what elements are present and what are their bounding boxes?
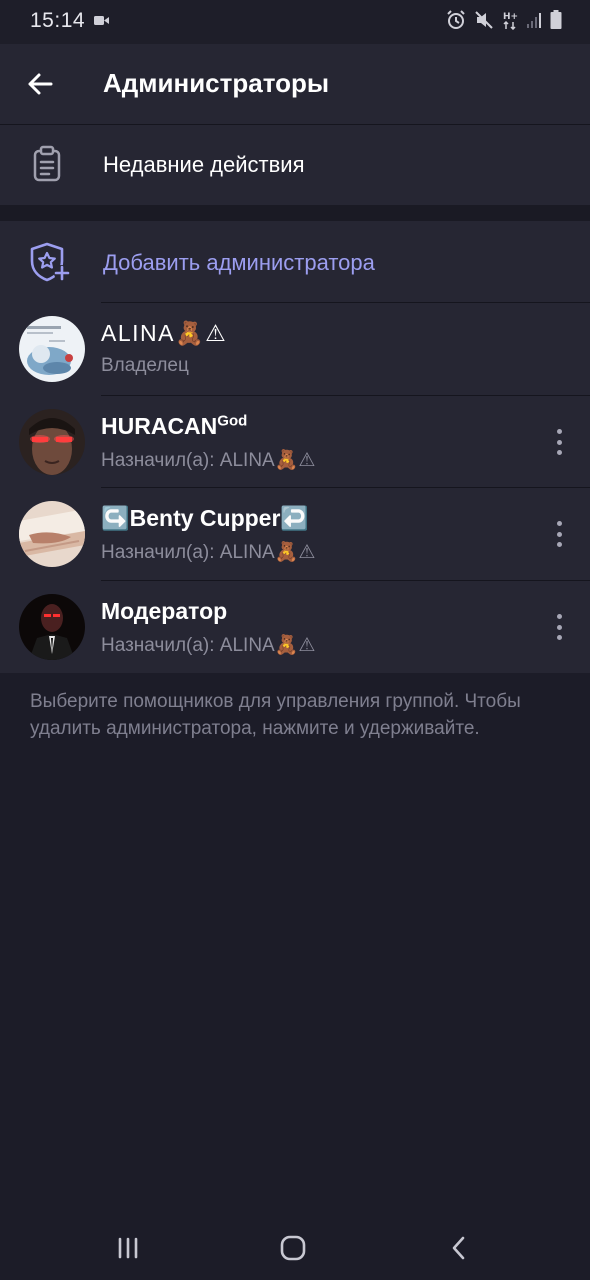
more-vertical-icon — [556, 429, 562, 434]
arrow-left-icon — [28, 73, 53, 95]
status-icons: H+ — [446, 10, 562, 30]
avatar — [19, 316, 85, 382]
more-options-button[interactable] — [550, 518, 568, 550]
more-vertical-icon — [556, 521, 562, 526]
camera-icon — [94, 16, 109, 25]
more-vertical-icon — [556, 614, 562, 619]
shield-star-plus-icon — [30, 242, 70, 282]
back-button[interactable] — [18, 62, 62, 106]
recent-apps-icon — [118, 1237, 138, 1259]
system-nav-bar — [0, 1210, 590, 1280]
admin-row[interactable]: HURACANGod Назначил(а): ALINA🧸⚠ — [0, 396, 590, 488]
admins-section: Добавить администратора ALINA🧸⚠ Владелец — [0, 221, 590, 673]
mute-icon — [475, 11, 493, 29]
more-options-button[interactable] — [550, 611, 568, 643]
admin-row[interactable]: Модератор Назначил(а): ALINA🧸⚠ — [0, 581, 590, 673]
status-bar: 15:14 H+ — [0, 0, 590, 44]
admin-name: HURACANGod — [101, 413, 247, 440]
battery-icon — [550, 10, 562, 29]
add-admin-label: Добавить администратора — [103, 250, 375, 275]
home-button[interactable] — [273, 1228, 313, 1268]
screen: 15:14 H+ Администраторы Недавние действи… — [0, 0, 590, 1280]
nav-back-button[interactable] — [439, 1228, 479, 1268]
network-icon: H+ — [503, 12, 518, 30]
recent-actions-item[interactable]: Недавние действия — [0, 125, 590, 205]
admin-assigned-by: Назначил(а): ALINA🧸⚠ — [101, 542, 316, 563]
recent-apps-button[interactable] — [108, 1228, 148, 1268]
admin-assigned-by: Назначил(а): ALINA🧸⚠ — [101, 635, 316, 656]
back-icon — [452, 1236, 465, 1260]
page-title: Администраторы — [103, 68, 330, 98]
admin-name: Модератор — [101, 598, 228, 624]
clipboard-icon — [33, 145, 61, 182]
admin-row[interactable]: ALINA🧸⚠ Владелец — [0, 303, 590, 395]
avatar — [19, 501, 85, 567]
admin-name: ALINA🧸⚠ — [101, 320, 228, 346]
app-bar: Администраторы — [0, 44, 590, 124]
svg-text:H+: H+ — [503, 12, 518, 22]
avatar — [19, 594, 85, 660]
admin-role: Владелец — [101, 355, 189, 376]
admin-name-superscript: God — [217, 412, 248, 430]
section-gap — [0, 205, 590, 221]
alarm-icon — [447, 10, 465, 29]
status-time: 15:14 — [30, 9, 86, 32]
admin-name-text: HURACAN — [101, 413, 218, 439]
avatar — [19, 409, 85, 475]
recent-actions-label: Недавние действия — [103, 152, 305, 177]
admin-assigned-by: Назначил(а): ALINA🧸⚠ — [101, 450, 316, 471]
home-icon — [280, 1235, 306, 1261]
more-options-button[interactable] — [550, 426, 568, 458]
signal-icon — [527, 13, 541, 28]
admin-row[interactable]: ↪️Benty Cupper↩️ Назначил(а): ALINA🧸⚠ — [0, 488, 590, 580]
admin-name: ↪️Benty Cupper↩️ — [101, 505, 310, 531]
add-admin-button[interactable]: Добавить администратора — [0, 221, 590, 303]
footer-hint: Выберите помощников для управления групп… — [30, 691, 521, 739]
